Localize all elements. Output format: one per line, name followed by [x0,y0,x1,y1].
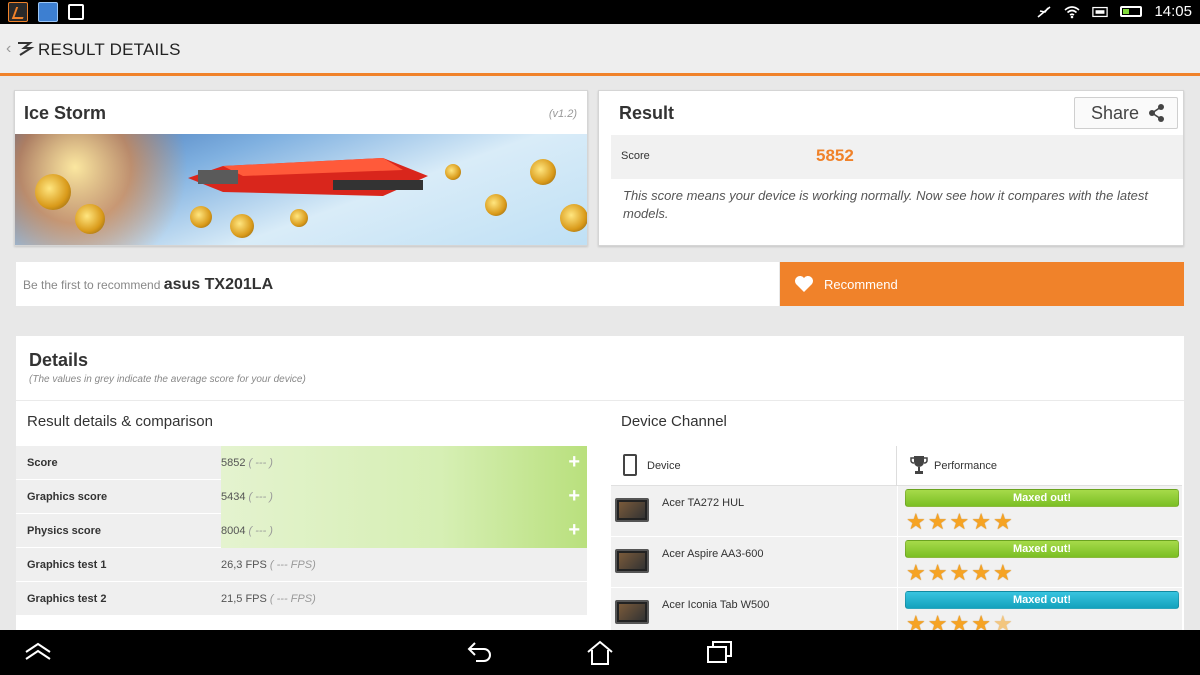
expand-plus-icon[interactable]: + [568,520,580,540]
device-thumbnail [615,549,649,573]
benchmark-banner-image [15,134,587,245]
home-icon[interactable] [586,640,614,666]
comparison-table: Score 5852 ( --- ) + Graphics score 5434… [16,446,587,616]
star-icon: ★ [949,509,970,534]
table-row: Graphics test 2 21,5 FPS ( --- FPS) [16,582,587,616]
recommend-strip: Be the first to recommend asus TX201LA [16,262,779,306]
device-channel-table: Device Performance Acer TA272 HUL Maxed … [611,446,1182,639]
performance-column-label: Performance [934,460,997,472]
share-button[interactable]: Share [1074,97,1178,129]
benchmark-name: Ice Storm [24,103,107,123]
details-title: Details [29,350,89,370]
benchmark-card: Ice Storm (v1.2) [14,90,588,246]
row-average: ( --- FPS) [269,559,316,571]
device-column-label: Device [647,460,681,472]
download-notification-icon[interactable] [68,4,84,20]
table-row[interactable]: Graphics score 5434 ( --- ) + [16,480,587,514]
result-title: Result [619,103,675,123]
heart-icon [795,276,813,292]
phone-icon [623,454,637,476]
device-row[interactable]: Acer Aspire AA3-600 Maxed out! ★ ★ ★ ★ ★ [611,537,1182,588]
performance-badge: Maxed out! [905,540,1179,558]
device-channel-header: Device Performance [611,446,1182,486]
battery-icon [1120,6,1143,17]
rating-stars: ★ ★ ★ ★ ★ [906,562,1013,584]
screenshot-notification-icon[interactable] [38,2,58,22]
details-subtitle: (The values in grey indicate the average… [29,374,306,385]
score-value: 5852 [816,146,854,165]
device-thumbnail [615,498,649,522]
recent-apps-icon[interactable] [706,640,734,664]
table-row[interactable]: Score 5852 ( --- ) + [16,446,587,480]
star-icon: ★ [927,509,948,534]
row-average: ( --- ) [248,457,273,469]
device-row[interactable]: Acer TA272 HUL Maxed out! ★ ★ ★ ★ ★ [611,486,1182,537]
airplane-off-icon [1037,5,1051,18]
star-icon: ★ [927,560,948,585]
comparison-title: Result details & comparison [27,413,213,430]
star-icon: ★ [949,560,970,585]
row-label: Physics score [27,525,101,537]
recommend-button[interactable]: Recommend [780,262,1184,306]
performance-badge: Maxed out! [905,591,1179,609]
device-row-name: Acer Iconia Tab W500 [662,599,770,611]
device-row-name: Acer TA272 HUL [662,497,745,509]
trophy-icon [910,456,928,474]
chevron-up-icon[interactable] [24,640,52,662]
expand-plus-icon[interactable]: + [568,452,580,472]
status-bar: 14:05 [0,0,1200,24]
device-name: asus TX201LA [163,276,274,293]
star-icon: ★ [971,509,991,534]
result-card: Result Share Score 5852 This score means… [598,90,1184,246]
rating-stars: ★ ★ ★ ★ ★ [906,511,1013,533]
performance-badge: Maxed out! [905,489,1179,507]
network-icon [1092,6,1109,17]
star-icon: ★ [992,509,1013,534]
score-label: Score [621,150,650,162]
3dmark-logo-icon[interactable] [16,38,36,58]
device-thumbnail [615,600,649,624]
page-title: RESULT DETAILS [38,40,181,59]
table-row: Graphics test 1 26,3 FPS ( --- FPS) [16,548,587,582]
expand-plus-icon[interactable]: + [568,486,580,506]
device-channel-title: Device Channel [621,413,727,430]
row-value: 26,3 FPS [221,559,267,571]
star-icon: ★ [992,560,1013,585]
navigation-bar [0,630,1200,675]
row-average: ( --- FPS) [269,593,316,605]
spaceship-illustration [188,158,428,196]
device-row-name: Acer Aspire AA3-600 [662,548,764,560]
recommend-prompt: Be the first to recommend [23,278,161,292]
back-arrow-icon[interactable] [466,640,494,664]
row-label: Graphics score [27,491,108,503]
row-value: 21,5 FPS [221,593,267,605]
benchmark-app-icon[interactable] [8,2,28,22]
clock: 14:05 [1154,3,1192,20]
row-value: 8004 [221,525,246,537]
row-label: Graphics test 1 [27,559,107,571]
score-note: This score means your device is working … [623,188,1149,221]
star-icon: ★ [971,560,991,585]
share-label: Share [1091,102,1140,123]
details-panel: Details (The values in grey indicate the… [16,336,1184,639]
back-chevron-icon[interactable]: ‹ [6,40,11,58]
share-icon [1149,104,1165,122]
row-average: ( --- ) [248,491,273,503]
row-value: 5434 [221,491,246,503]
row-label: Score [27,457,58,469]
row-label: Graphics test 2 [27,593,107,605]
row-average: ( --- ) [248,525,273,537]
wifi-icon [1064,5,1080,18]
star-icon: ★ [906,560,926,585]
score-row: Score 5852 [611,135,1183,179]
recommend-label: Recommend [824,276,898,292]
app-header: ‹ RESULT DETAILS [0,24,1200,76]
benchmark-version: (v1.2) [548,108,577,120]
row-value: 5852 [221,457,246,469]
star-icon: ★ [906,509,926,534]
table-row[interactable]: Physics score 8004 ( --- ) + [16,514,587,548]
